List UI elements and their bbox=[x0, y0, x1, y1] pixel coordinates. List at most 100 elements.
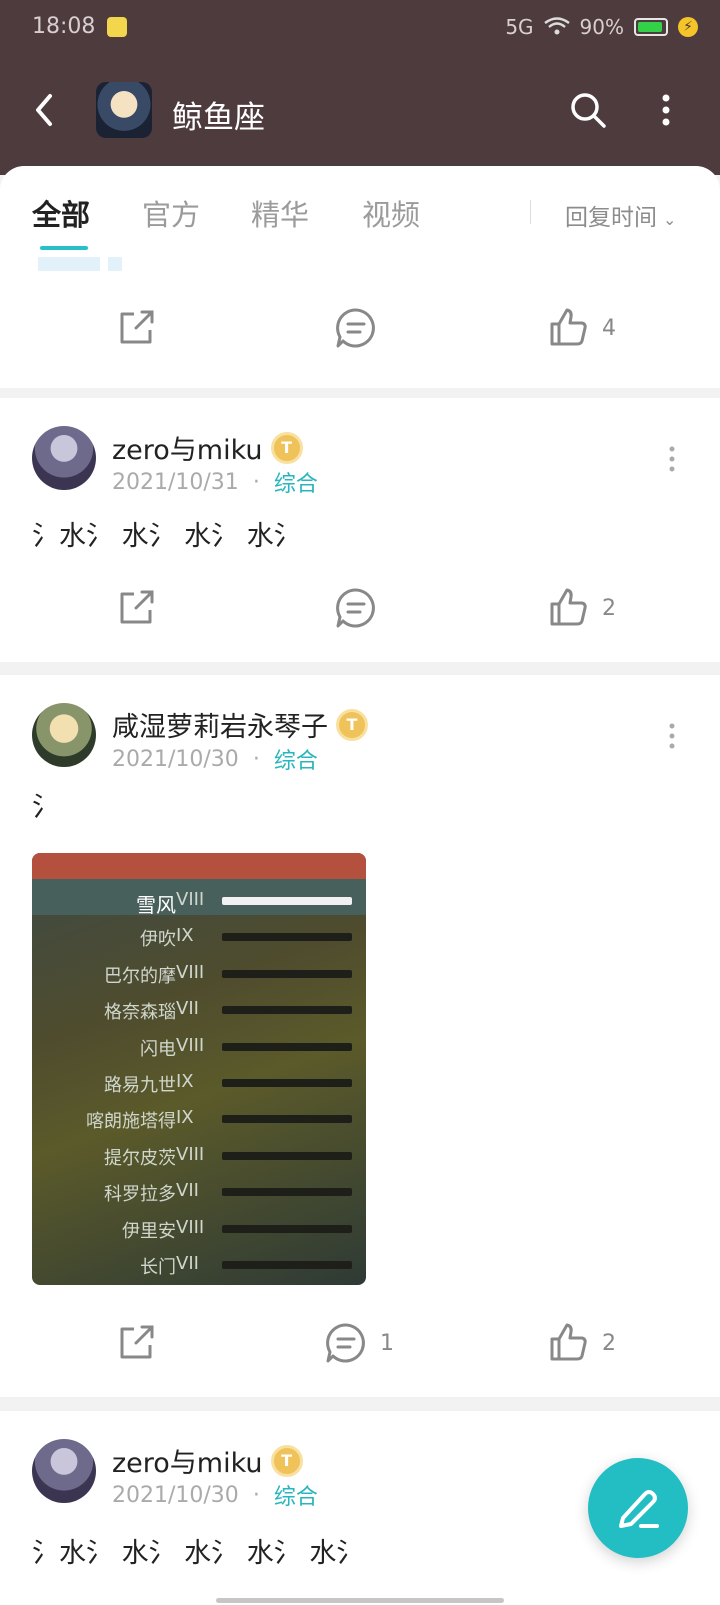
forum-title: 鲸鱼座 bbox=[172, 100, 265, 136]
strip-block bbox=[108, 257, 122, 271]
tab-official[interactable]: 官方 bbox=[142, 192, 200, 234]
strip-block bbox=[38, 257, 100, 271]
post-text: 氵 bbox=[32, 792, 59, 823]
post-category[interactable]: 综合 bbox=[274, 466, 318, 498]
ship-silhouette bbox=[222, 1151, 352, 1160]
post-category[interactable]: 综合 bbox=[274, 1479, 318, 1511]
ship-tier: VIII bbox=[176, 961, 205, 983]
more-icon[interactable] bbox=[664, 721, 680, 751]
tab-bar: 全部 官方 精华 视频 回复时间 ⌄ bbox=[0, 166, 720, 252]
share-icon bbox=[120, 310, 154, 344]
ship-name: 巴尔的摩 bbox=[104, 965, 176, 987]
tab-video[interactable]: 视频 bbox=[362, 192, 420, 234]
meta-dot: · bbox=[252, 746, 260, 772]
ship-tier: VIII bbox=[176, 1143, 205, 1165]
ship-silhouette bbox=[222, 933, 352, 942]
share-icon bbox=[120, 590, 154, 624]
comment-button[interactable] bbox=[334, 586, 378, 630]
more-icon[interactable] bbox=[664, 444, 680, 474]
tab-all[interactable]: 全部 bbox=[32, 192, 90, 234]
post-card[interactable]: 咸湿萝莉岩永琴子 T 2021/10/30 · 综合 氵 雪风 VIII 伊吹 IX 巴… bbox=[0, 675, 720, 1397]
share-button[interactable] bbox=[114, 306, 158, 350]
comment-button[interactable] bbox=[334, 306, 378, 350]
chevron-down-icon: ⌄ bbox=[663, 210, 677, 229]
nav-bar: 鲸鱼座 bbox=[0, 80, 720, 144]
ship-silhouette bbox=[222, 1115, 352, 1124]
meta-dot: · bbox=[252, 469, 260, 495]
author-name[interactable]: zero与miku bbox=[112, 1441, 263, 1480]
ship-tier: VII bbox=[176, 998, 199, 1020]
ship-row: 巴尔的摩 VIII bbox=[32, 954, 366, 990]
status-time: 18:08 bbox=[32, 14, 96, 39]
like-button[interactable]: 2 bbox=[546, 1321, 616, 1365]
ship-silhouette bbox=[222, 897, 352, 905]
pen-icon bbox=[619, 1490, 659, 1528]
ship-row: 长门 VII bbox=[32, 1245, 366, 1281]
post-actions: 1 2 bbox=[0, 1311, 720, 1371]
meta-dot: · bbox=[252, 1482, 260, 1508]
compose-button[interactable] bbox=[588, 1458, 688, 1558]
forum-avatar[interactable] bbox=[96, 82, 152, 138]
thumbs-up-icon bbox=[550, 588, 587, 626]
author-name[interactable]: 咸湿萝莉岩永琴子 bbox=[112, 705, 328, 744]
thumbs-up-icon bbox=[550, 308, 587, 346]
ship-tier: VIII bbox=[176, 1034, 205, 1056]
tab-featured[interactable]: 精华 bbox=[251, 192, 309, 234]
ship-row: 科罗拉多 VII bbox=[32, 1172, 366, 1208]
ship-silhouette bbox=[222, 1079, 352, 1087]
author-avatar[interactable] bbox=[32, 426, 96, 490]
truncated-post-strip bbox=[38, 256, 358, 272]
ship-tier: IX bbox=[176, 925, 194, 947]
comment-icon bbox=[336, 588, 375, 628]
battery-icon bbox=[634, 18, 668, 36]
post-image[interactable]: 雪风 VIII 伊吹 IX 巴尔的摩 VIII 格奈森瑙 VII 闪电 VIII 路易九世 IX 喀朗施… bbox=[32, 853, 366, 1285]
more-icon[interactable] bbox=[654, 90, 678, 130]
like-count: 4 bbox=[602, 315, 616, 341]
share-button[interactable] bbox=[114, 586, 158, 630]
ship-name: 伊吹 bbox=[140, 929, 176, 951]
comment-button[interactable]: 1 bbox=[324, 1321, 394, 1365]
author-row: 咸湿萝莉岩永琴子 T bbox=[112, 705, 368, 744]
ship-tier: VII bbox=[176, 1180, 199, 1202]
ship-name: 伊里安 bbox=[122, 1220, 176, 1242]
author-avatar[interactable] bbox=[32, 703, 96, 767]
post-card[interactable]: zero与miku T 2021/10/31 · 综合 氵水氵 水氵 水氵 水氵 bbox=[0, 398, 720, 662]
status-bar: 18:08 5G 90% ⚡ bbox=[0, 0, 720, 56]
post-date: 2021/10/31 bbox=[112, 469, 239, 495]
ship-silhouette bbox=[222, 1261, 352, 1269]
ship-silhouette bbox=[222, 1042, 352, 1051]
like-count: 2 bbox=[602, 595, 616, 621]
share-button[interactable] bbox=[114, 1321, 158, 1365]
author-row: zero与miku T bbox=[112, 428, 303, 467]
like-count: 2 bbox=[602, 1330, 616, 1356]
ship-name: 科罗拉多 bbox=[104, 1184, 176, 1206]
comment-count: 1 bbox=[380, 1330, 394, 1356]
sort-dropdown[interactable]: 回复时间 ⌄ bbox=[565, 198, 676, 232]
level-badge: T bbox=[270, 431, 303, 464]
like-button[interactable]: 4 bbox=[546, 306, 616, 350]
author-avatar[interactable] bbox=[32, 1439, 96, 1503]
ship-row: 路易九世 IX bbox=[32, 1063, 366, 1099]
status-right: 5G 90% ⚡ bbox=[505, 15, 698, 39]
like-button[interactable]: 2 bbox=[546, 586, 616, 630]
ship-silhouette bbox=[222, 1006, 352, 1015]
search-icon[interactable] bbox=[568, 90, 608, 130]
app-notification-icon bbox=[107, 17, 127, 37]
ship-silhouette bbox=[222, 969, 352, 978]
back-icon[interactable] bbox=[26, 90, 66, 130]
author-name[interactable]: zero与miku bbox=[112, 428, 263, 467]
post-category[interactable]: 综合 bbox=[274, 743, 318, 775]
ship-name: 路易九世 bbox=[104, 1075, 176, 1096]
ship-tier: IX bbox=[176, 1107, 194, 1129]
post-meta: 2021/10/30 · 综合 bbox=[112, 1479, 318, 1511]
ship-row: 伊里安 VIII bbox=[32, 1209, 366, 1245]
ship-silhouette bbox=[222, 1188, 352, 1197]
charging-icon: ⚡ bbox=[678, 17, 698, 37]
comment-icon bbox=[336, 308, 375, 348]
battery-percent: 90% bbox=[579, 15, 624, 39]
ship-row: 喀朗施塔得 IX bbox=[32, 1099, 366, 1135]
post-actions: 4 bbox=[0, 296, 720, 356]
post-meta: 2021/10/30 · 综合 bbox=[112, 743, 318, 775]
post-actions: 2 bbox=[0, 576, 720, 636]
tab-divider bbox=[530, 200, 531, 224]
